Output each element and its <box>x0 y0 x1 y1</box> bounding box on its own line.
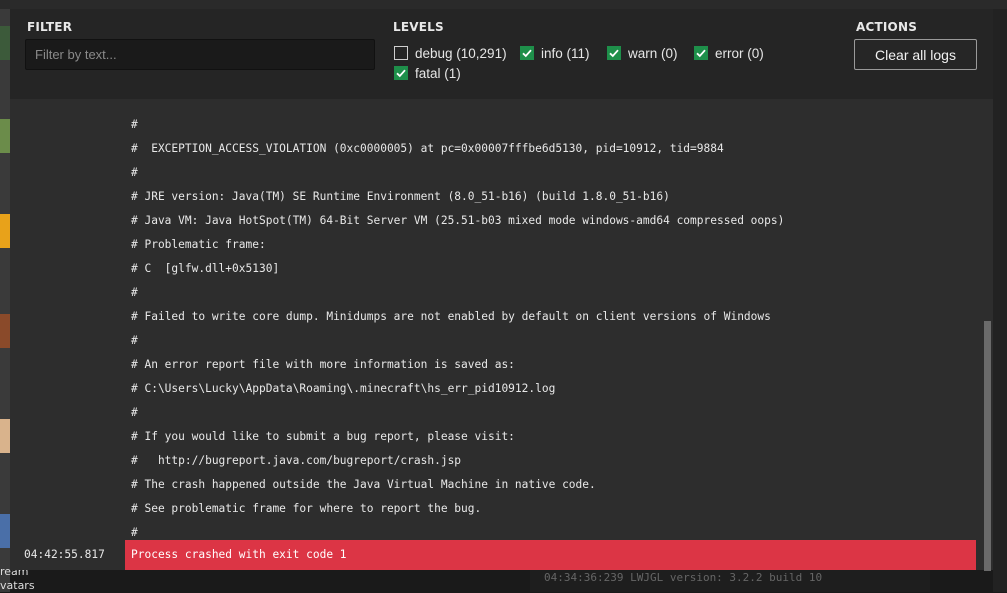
actions-title: ACTIONS <box>856 20 918 34</box>
background-thumbnail <box>0 514 10 548</box>
background-thumbnail <box>0 419 10 453</box>
log-line: # Java VM: Java HotSpot(TM) 64-Bit Serve… <box>131 214 785 227</box>
level-info-label: info (11) <box>541 45 590 61</box>
background-thumbnail <box>0 119 10 153</box>
log-line: # <box>131 166 138 179</box>
filter-title: FILTER <box>27 20 73 34</box>
log-line: # <box>131 286 138 299</box>
checkbox-checked-icon[interactable] <box>394 66 408 80</box>
log-line: # EXCEPTION_ACCESS_VIOLATION (0xc0000005… <box>131 142 724 155</box>
level-info[interactable]: info (11) <box>520 44 590 62</box>
fatal-log-message: Process crashed with exit code 1 <box>125 540 976 570</box>
level-fatal[interactable]: fatal (1) <box>394 64 461 82</box>
log-line: # C:\Users\Lucky\AppData\Roaming\.minecr… <box>131 382 556 395</box>
checkbox-checked-icon[interactable] <box>607 46 621 60</box>
clear-all-logs-button[interactable]: Clear all logs <box>854 39 977 70</box>
log-toolbar: FILTER LEVELS debug (10,291) info (11) w… <box>10 9 993 99</box>
log-line: # If you would like to submit a bug repo… <box>131 430 515 443</box>
log-line: # An error report file with more informa… <box>131 358 515 371</box>
level-fatal-label: fatal (1) <box>415 65 461 81</box>
log-viewer-window: FILTER LEVELS debug (10,291) info (11) w… <box>10 9 993 571</box>
log-line: # <box>131 334 138 347</box>
checkbox-checked-icon[interactable] <box>694 46 708 60</box>
log-scrollbar-thumb[interactable] <box>984 321 991 571</box>
log-line: # C [glfw.dll+0x5130] <box>131 262 280 275</box>
level-warn-label: warn (0) <box>628 45 678 61</box>
filter-input[interactable] <box>25 39 375 70</box>
background-app-strip <box>0 0 1007 9</box>
background-text-line: vatars <box>0 579 35 592</box>
log-timestamp: 04:42:55.817 <box>24 548 105 561</box>
log-line: # See problematic frame for where to rep… <box>131 502 482 515</box>
background-app-sidebar <box>0 9 10 592</box>
log-line: # JRE version: Java(TM) SE Runtime Envir… <box>131 190 670 203</box>
log-output[interactable]: # # EXCEPTION_ACCESS_VIOLATION (0xc00000… <box>10 99 993 539</box>
log-line: # Failed to write core dump. Minidumps a… <box>131 310 771 323</box>
log-line: # <box>131 118 138 131</box>
log-line: # <box>131 406 138 419</box>
level-debug-label: debug (10,291) <box>415 45 507 61</box>
levels-title: LEVELS <box>393 20 444 34</box>
log-line: # <box>131 526 138 539</box>
fatal-log-row: 04:42:55.817 Process crashed with exit c… <box>10 540 976 570</box>
log-line: # The crash happened outside the Java Vi… <box>131 478 596 491</box>
level-warn[interactable]: warn (0) <box>607 44 678 62</box>
checkbox-checked-icon[interactable] <box>520 46 534 60</box>
level-error-label: error (0) <box>715 45 764 61</box>
checkbox-unchecked[interactable] <box>394 46 408 60</box>
background-thumbnail <box>0 214 10 248</box>
log-line: # http://bugreport.java.com/bugreport/cr… <box>131 454 462 467</box>
background-thumbnail <box>0 314 10 348</box>
level-error[interactable]: error (0) <box>694 44 764 62</box>
level-debug[interactable]: debug (10,291) <box>394 44 507 62</box>
log-line: # Problematic frame: <box>131 238 266 251</box>
background-app-right <box>993 9 1007 592</box>
background-log-line: 04:34:36:239 LWJGL version: 3.2.2 build … <box>530 570 930 592</box>
background-thumbnail <box>0 26 10 60</box>
